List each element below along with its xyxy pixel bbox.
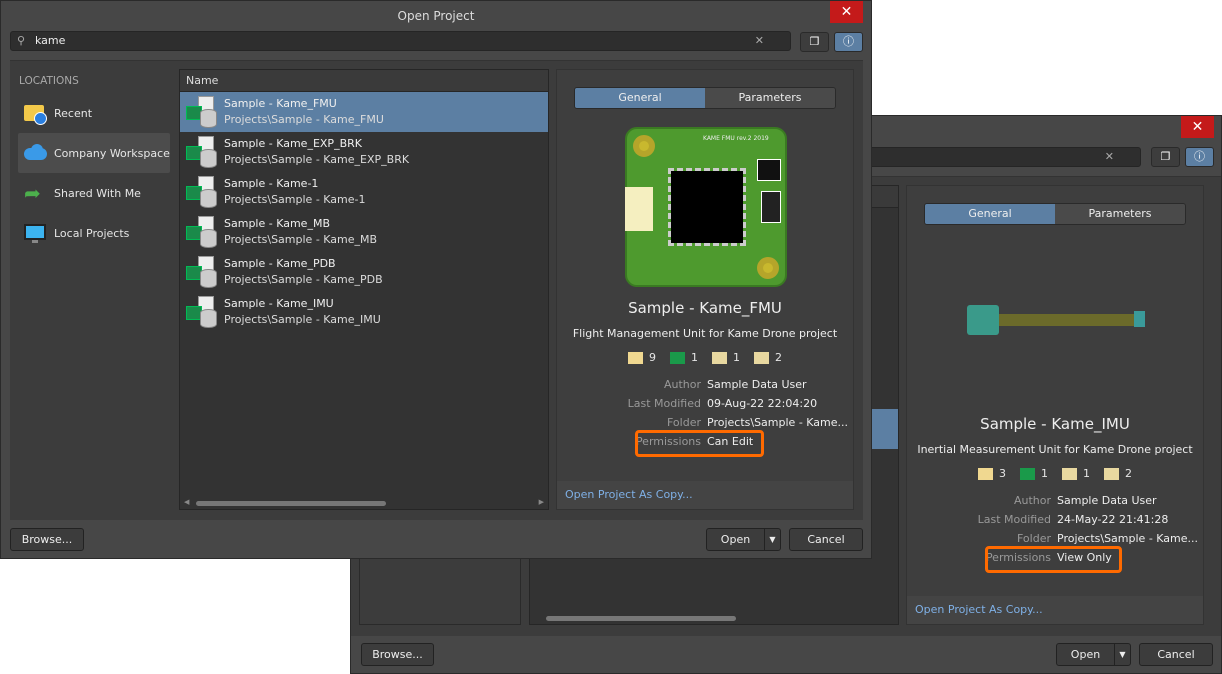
location-recent[interactable]: Recent (18, 93, 170, 133)
view-toggle-button[interactable]: ❐ (800, 32, 829, 52)
list-item[interactable]: Sample - Kame_MBProjects\Sample - Kame_M… (180, 212, 548, 252)
tab-general[interactable]: General (925, 204, 1055, 224)
location-local-projects[interactable]: Local Projects (18, 213, 170, 253)
clear-search-icon[interactable]: ✕ (1105, 150, 1114, 163)
view-toggle-button[interactable]: ❐ (1151, 147, 1180, 167)
open-as-copy-link[interactable]: Open Project As Copy... (915, 603, 1043, 616)
project-title: Sample - Kame_IMU (907, 415, 1203, 433)
project-description: Flight Management Unit for Kame Drone pr… (557, 327, 853, 340)
project-title: Sample - Kame_FMU (557, 299, 853, 317)
count-item: 2 (1104, 467, 1132, 480)
horizontal-scrollbar[interactable]: ◀▶ (180, 497, 548, 509)
board-label: KAME FMU rev.2 2019 (703, 135, 769, 142)
tab-parameters[interactable]: Parameters (705, 88, 835, 108)
monitor-icon (24, 222, 48, 244)
preview-panel: GeneralParameters Sample - Kame_IMU Iner… (906, 185, 1204, 625)
author-value: Sample Data User (1057, 491, 1157, 510)
search-input[interactable]: ⚲ kame ✕ (10, 31, 791, 51)
tab-general[interactable]: General (575, 88, 705, 108)
browse-button[interactable]: Browse... (361, 643, 434, 666)
project-icon (186, 256, 220, 288)
project-name: Sample - Kame_FMU (224, 96, 548, 112)
project-icon (186, 96, 220, 128)
project-name: Sample - Kame_EXP_BRK (224, 136, 548, 152)
count-item: 2 (754, 351, 782, 364)
pcb-icon (670, 352, 685, 364)
locations-heading: LOCATIONS (19, 75, 79, 87)
permissions-highlight (985, 546, 1122, 573)
horizontal-scrollbar[interactable] (530, 612, 898, 624)
cloud-icon (24, 142, 48, 164)
author-label: Author (907, 491, 1057, 510)
project-name: Sample - Kame-1 (224, 176, 548, 192)
project-list: Name Sample - Kame_FMUProjects\Sample - … (179, 69, 549, 510)
recent-folder-icon (24, 102, 48, 124)
project-name: Sample - Kame_MB (224, 216, 548, 232)
open-button[interactable]: Open▼ (1056, 643, 1131, 666)
count-item: 1 (670, 351, 698, 364)
cancel-button[interactable]: Cancel (789, 528, 863, 551)
board-preview-image (967, 305, 1145, 335)
document-stack-icon (712, 352, 727, 364)
modified-value: 24-May-22 21:41:28 (1057, 510, 1168, 529)
pcb-icon (1020, 468, 1035, 480)
project-description: Inertial Measurement Unit for Kame Drone… (907, 443, 1203, 456)
folder-link-icon (1104, 468, 1119, 480)
close-button[interactable]: ✕ (1181, 116, 1214, 138)
project-path: Projects\Sample - Kame_IMU (224, 312, 548, 328)
list-item[interactable]: Sample - Kame_FMUProjects\Sample - Kame_… (180, 92, 548, 132)
browse-button[interactable]: Browse... (10, 528, 84, 551)
list-item[interactable]: Sample - Kame_EXP_BRKProjects\Sample - K… (180, 132, 548, 172)
project-icon (186, 296, 220, 328)
share-arrow-icon: ➦ (24, 182, 48, 204)
tab-parameters[interactable]: Parameters (1055, 204, 1185, 224)
project-name: Sample - Kame_IMU (224, 296, 548, 312)
preview-panel: GeneralParameters KAME FMU rev.2 2019 Sa… (556, 69, 854, 510)
board-preview-image: KAME FMU rev.2 2019 (625, 127, 787, 287)
location-shared-with-me[interactable]: ➦ Shared With Me (18, 173, 170, 213)
folder-doc-icon (978, 468, 993, 480)
document-stack-icon (1062, 468, 1077, 480)
count-item: 9 (628, 351, 656, 364)
open-project-dialog: Open Project ✕ ⚲ kame ✕ ❐ ⓘ LOCATIONS Re… (0, 0, 872, 559)
info-button[interactable]: ⓘ (1185, 147, 1214, 167)
project-icon (186, 176, 220, 208)
author-value: Sample Data User (707, 375, 807, 394)
permissions-highlight (635, 430, 764, 457)
info-button[interactable]: ⓘ (834, 32, 863, 52)
count-item: 1 (1020, 467, 1048, 480)
list-item[interactable]: Sample - Kame-1Projects\Sample - Kame-1 (180, 172, 548, 212)
project-path: Projects\Sample - Kame_EXP_BRK (224, 152, 548, 168)
project-name: Sample - Kame_PDB (224, 256, 548, 272)
search-icon: ⚲ (17, 34, 25, 47)
location-company-workspace[interactable]: Company Workspace (18, 133, 170, 173)
column-header-name[interactable]: Name (180, 70, 548, 92)
clear-search-icon[interactable]: ✕ (755, 34, 764, 47)
project-path: Projects\Sample - Kame_PDB (224, 272, 548, 288)
cancel-button[interactable]: Cancel (1139, 643, 1213, 666)
folder-link-icon (754, 352, 769, 364)
count-item: 1 (1062, 467, 1090, 480)
modified-label: Last Modified (907, 510, 1057, 529)
open-dropdown-icon[interactable]: ▼ (1114, 644, 1130, 665)
project-path: Projects\Sample - Kame_FMU (224, 112, 548, 128)
dialog-body: LOCATIONS Recent Company Workspace ➦ Sha… (10, 60, 863, 520)
close-button[interactable]: ✕ (830, 1, 863, 23)
modified-label: Last Modified (557, 394, 707, 413)
project-path: Projects\Sample - Kame-1 (224, 192, 548, 208)
project-path: Projects\Sample - Kame_MB (224, 232, 548, 248)
count-item: 1 (712, 351, 740, 364)
open-as-copy-link[interactable]: Open Project As Copy... (565, 488, 693, 501)
list-item[interactable]: Sample - Kame_IMUProjects\Sample - Kame_… (180, 292, 548, 332)
list-item[interactable]: Sample - Kame_PDBProjects\Sample - Kame_… (180, 252, 548, 292)
author-label: Author (557, 375, 707, 394)
open-button[interactable]: Open▼ (706, 528, 781, 551)
project-icon (186, 216, 220, 248)
project-icon (186, 136, 220, 168)
open-dropdown-icon[interactable]: ▼ (764, 529, 780, 550)
folder-doc-icon (628, 352, 643, 364)
dialog-title: Open Project (1, 1, 871, 31)
count-item: 3 (978, 467, 1006, 480)
modified-value: 09-Aug-22 22:04:20 (707, 394, 817, 413)
